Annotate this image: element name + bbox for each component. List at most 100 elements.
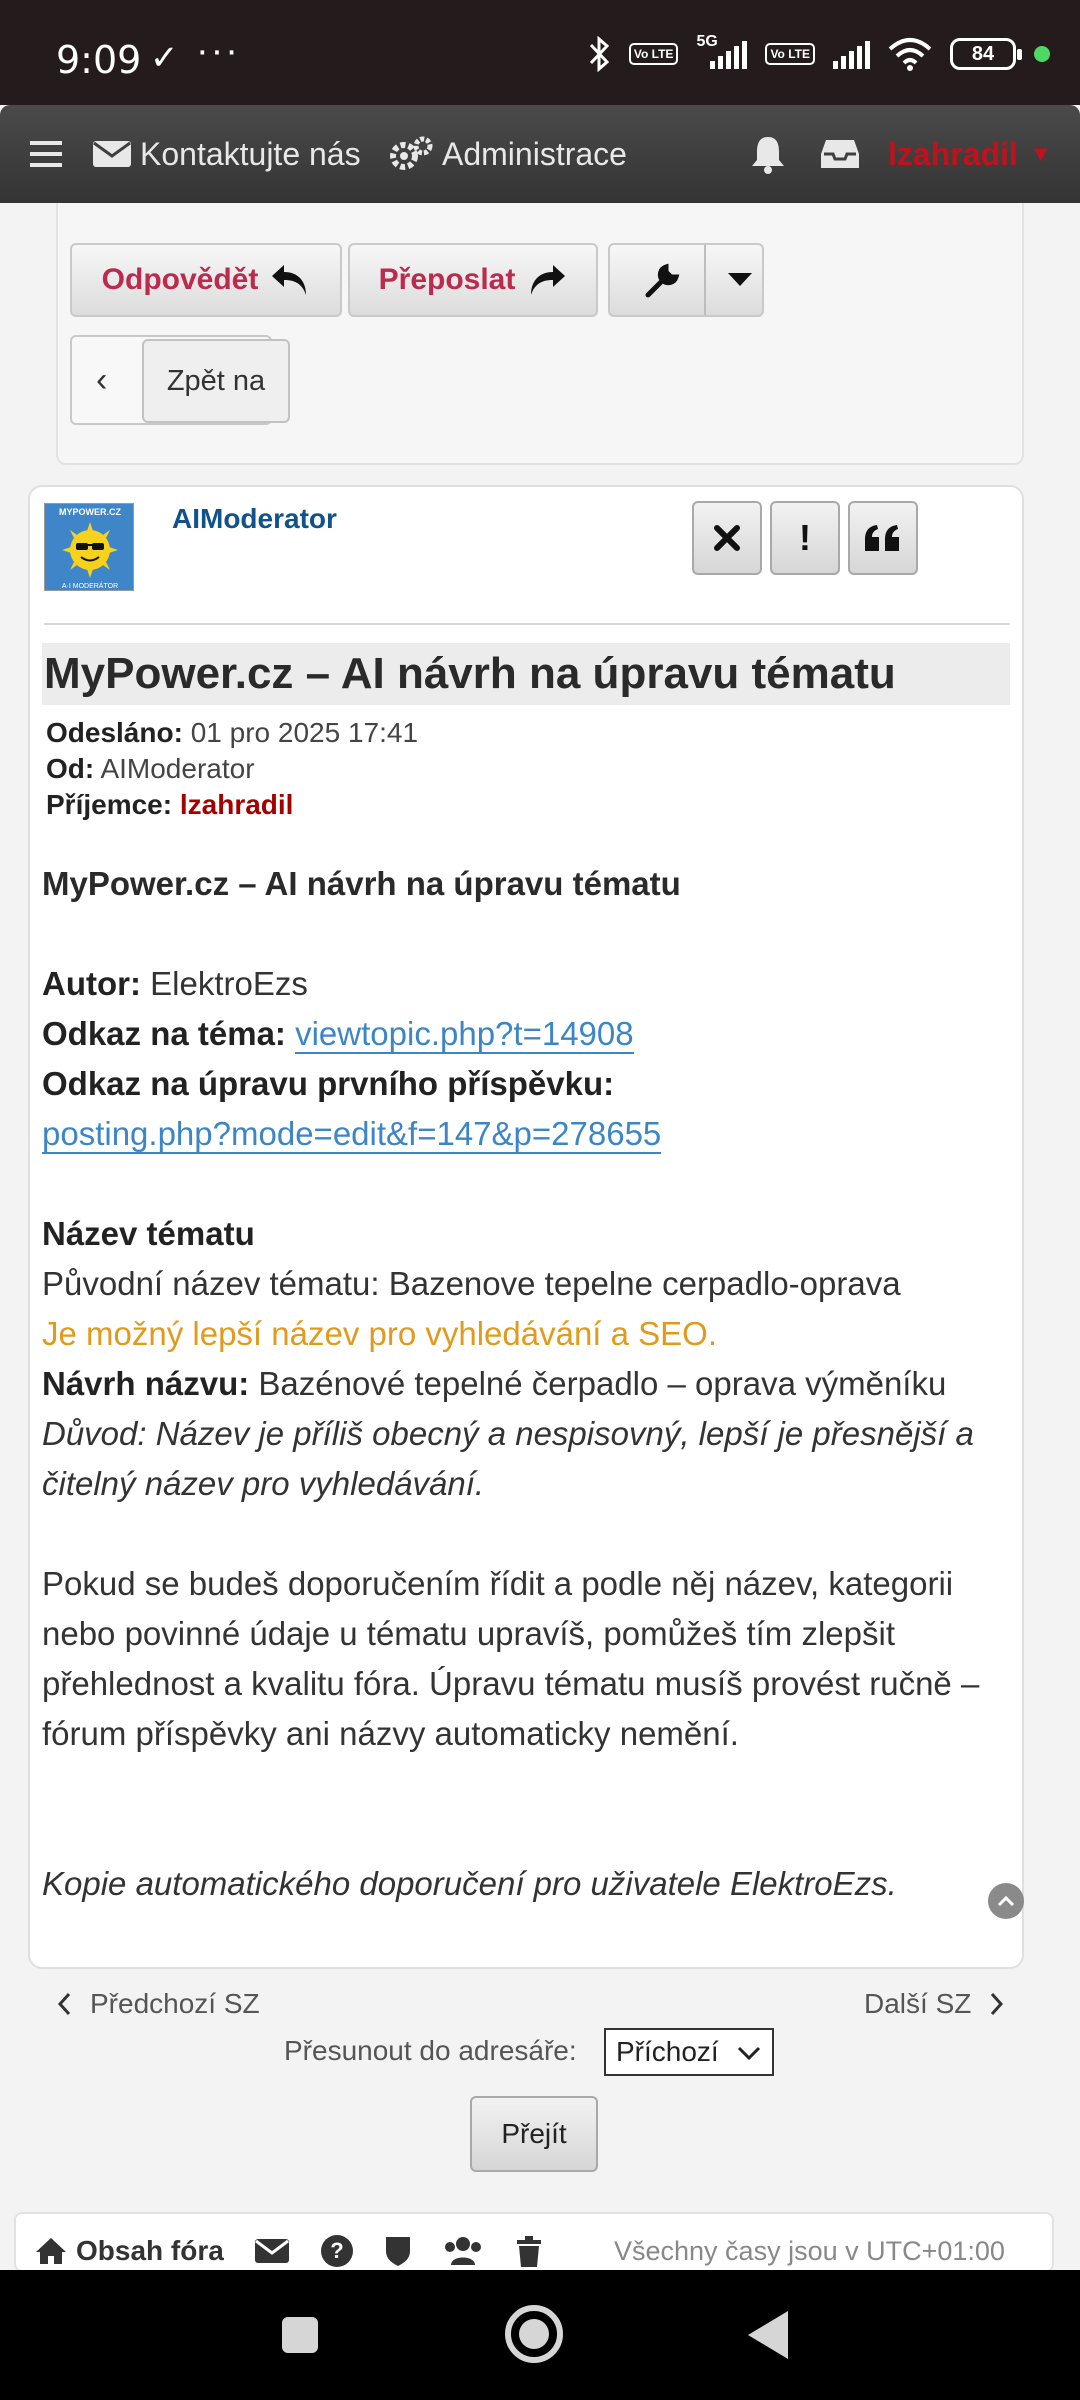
go-button[interactable]: Přejít: [470, 2096, 598, 2172]
footer-links: Obsah fóra ?: [34, 2234, 544, 2268]
recipient-label: Příjemce:: [46, 789, 173, 820]
report-button[interactable]: !: [770, 501, 840, 575]
sent-label: Odesláno:: [46, 717, 183, 748]
edit-link[interactable]: posting.php?mode=edit&f=147&p=278655: [42, 1115, 662, 1154]
system-icons: Vo LTE 5G Vo LTE 84: [587, 30, 1050, 78]
inbox-icon: [821, 140, 859, 168]
reply-button[interactable]: Odpovědět: [70, 243, 342, 317]
author-link[interactable]: AIModerator: [172, 503, 337, 535]
bell-icon: [752, 137, 784, 174]
forward-label: Přeposlat: [378, 263, 516, 296]
scroll-to-top-button[interactable]: [988, 1883, 1024, 1919]
admin-label: Administrace: [442, 135, 627, 172]
folder-selected: Příchozí: [616, 2036, 719, 2067]
edit-link-line: Odkaz na úpravu prvního příspěvku:: [42, 1059, 1002, 1109]
battery-icon: 84: [950, 38, 1022, 70]
shield-icon[interactable]: [384, 2235, 412, 2267]
quote-button[interactable]: [848, 501, 918, 575]
timezone-note: Všechny časy jsou v UTC+01:00: [614, 2236, 1005, 2266]
board-index-link[interactable]: Obsah fóra: [34, 2235, 224, 2267]
forward-icon: [531, 265, 566, 295]
private-messages-button[interactable]: [820, 127, 868, 181]
envelope-icon: [93, 141, 131, 167]
previous-message-link[interactable]: Předchozí SZ: [54, 1988, 260, 2020]
body-heading: MyPower.cz – AI návrh na úpravu tématu: [42, 865, 681, 902]
volte-icon: Vo LTE: [628, 43, 679, 65]
reply-label: Odpovědět: [101, 263, 259, 296]
help-icon[interactable]: ?: [320, 2234, 354, 2268]
back-navigation[interactable]: ‹ Zpět na: [70, 335, 290, 425]
from-value: AIModerator: [100, 753, 255, 784]
recipient-link[interactable]: lzahradil: [180, 789, 294, 820]
advice-text: Pokud se budeš doporučením řídit a podle…: [42, 1565, 980, 1752]
svg-text:?: ?: [330, 2238, 343, 2263]
sent-info: Odesláno: 01 pro 2025 17:41: [46, 717, 418, 749]
author-value: ElektroEzs: [150, 965, 308, 1002]
trash-icon[interactable]: [514, 2234, 544, 2268]
message-body: MyPower.cz – AI návrh na úpravu tématu A…: [42, 859, 1002, 1909]
menu-button[interactable]: [28, 127, 72, 181]
signal-icon: [833, 39, 870, 69]
notifications-button[interactable]: [750, 127, 794, 181]
privacy-indicator: [1034, 46, 1050, 62]
next-message-link[interactable]: Další SZ: [864, 1988, 1007, 2020]
message-card: MYPOWER.CZ A·I MODERÁTOR AIModerator ! M…: [28, 485, 1024, 1969]
volte-icon-2: Vo LTE: [765, 43, 815, 65]
chevron-down-icon: [737, 2046, 761, 2061]
copy-note: Kopie automatického doporučení pro uživa…: [42, 1865, 897, 1902]
suggestion-label: Návrh názvu:: [42, 1365, 250, 1402]
topic-link-label: Odkaz na téma:: [42, 1015, 286, 1052]
battery-level: 84: [971, 42, 995, 65]
original-title: Původní název tématu: Bazenove tepelne c…: [42, 1265, 901, 1302]
message-title: MyPower.cz – AI návrh na úpravu tématu: [42, 643, 1010, 705]
move-to-folder-label: Přesunout do adresáře:: [284, 2035, 577, 2066]
chevron-up-icon: [997, 1895, 1015, 1907]
signal-5g-icon: 5G: [696, 33, 748, 69]
seo-note: Je možný lepší název pro vyhledávání a S…: [42, 1315, 718, 1352]
wifi-icon: [888, 38, 932, 71]
bluetooth-icon: [589, 36, 610, 72]
topic-link[interactable]: viewtopic.php?t=14908: [295, 1015, 634, 1054]
gears-icon: [390, 136, 433, 170]
caret-down-icon: ▼: [1029, 141, 1052, 166]
avatar: MYPOWER.CZ A·I MODERÁTOR: [44, 503, 134, 591]
home-icon: [36, 2238, 66, 2264]
more-notifications-icon: ···: [196, 30, 240, 72]
username: lzahradil: [888, 135, 1018, 172]
admin-link[interactable]: Administrace: [388, 127, 627, 181]
home-button[interactable]: [505, 2305, 563, 2363]
back-button[interactable]: Zpět na: [142, 339, 290, 423]
author-label: Autor:: [42, 965, 141, 1002]
network-type: 5G: [696, 33, 718, 50]
contact-link[interactable]: Kontaktujte nás: [92, 127, 361, 181]
users-icon[interactable]: [442, 2235, 484, 2267]
page-content: Odpovědět Přeposlat ‹ Zpět na MYPOWER.CZ: [14, 203, 1054, 2193]
chevron-right-icon: [991, 1992, 1004, 2016]
author-line: Autor: ElektroEzs: [42, 959, 1002, 1009]
recents-button[interactable]: [282, 2317, 318, 2353]
contact-label: Kontaktujte nás: [140, 135, 361, 172]
avatar-brand-text: MYPOWER.CZ: [59, 507, 122, 517]
delete-button[interactable]: [692, 501, 762, 575]
chevron-left-icon: [57, 1992, 71, 2016]
system-navigation-bar: [0, 2270, 1080, 2400]
board-index-label: Obsah fóra: [76, 2235, 224, 2266]
exclamation-icon: !: [799, 517, 811, 558]
check-icon: ✓: [150, 39, 179, 77]
folder-select[interactable]: Příchozí: [604, 2028, 774, 2076]
close-icon: [714, 525, 740, 551]
recipient-info: Příjemce: lzahradil: [46, 789, 293, 821]
user-menu[interactable]: lzahradil ▼: [888, 127, 1052, 181]
suggestion-value: Bazénové tepelné čerpadlo – oprava výměn…: [258, 1365, 947, 1402]
reason-text: Důvod: Název je příliš obecný a nespisov…: [42, 1415, 974, 1502]
envelope-icon[interactable]: [254, 2237, 290, 2265]
chevron-left-icon: ‹: [96, 361, 108, 399]
forward-button[interactable]: Přeposlat: [348, 243, 598, 317]
tools-dropdown[interactable]: [608, 243, 764, 317]
wrench-icon: [610, 245, 706, 315]
divider: [44, 623, 1010, 625]
back-button-system[interactable]: [748, 2311, 788, 2359]
reply-icon: [272, 265, 307, 295]
avatar-role-text: A·I MODERÁTOR: [62, 581, 118, 590]
from-label: Od:: [46, 753, 95, 784]
